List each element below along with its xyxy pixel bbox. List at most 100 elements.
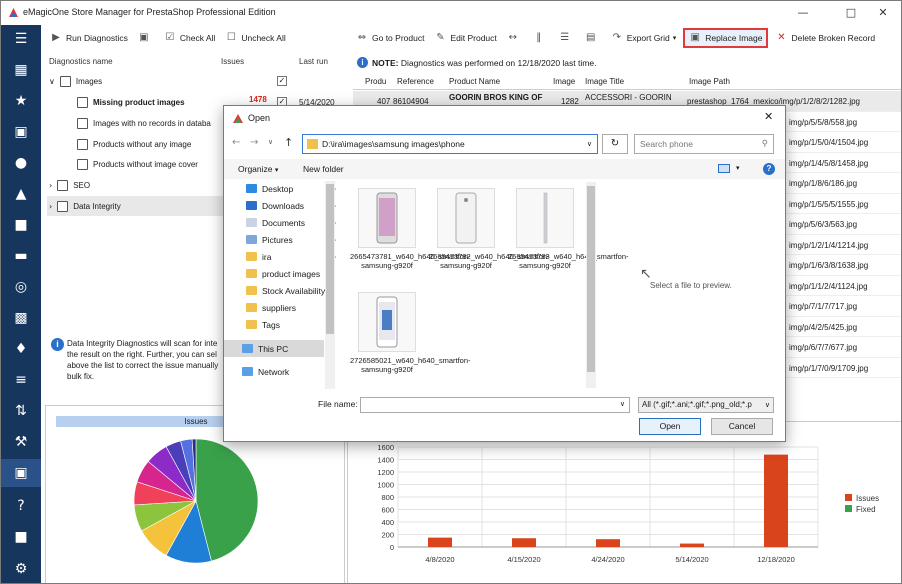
dialog-help-icon[interactable]: ?: [763, 163, 775, 175]
puzzle-icon[interactable]: ♦: [1, 335, 41, 363]
replace-image-button[interactable]: ▣ Replace Image: [683, 28, 769, 48]
col-path-header[interactable]: Image Path: [689, 77, 730, 86]
file-tile[interactable]: 2665473781_w640_h640_smartfon-samsung-g9…: [350, 188, 471, 292]
close-icon[interactable]: ✕: [867, 3, 899, 23]
cursor-icon: ↖: [640, 266, 652, 282]
user-icon[interactable]: ●: [1, 149, 41, 177]
truck-icon[interactable]: ▬: [1, 242, 41, 270]
col-image-header[interactable]: Image: [553, 77, 575, 86]
col-reference-header[interactable]: Reference: [397, 77, 434, 86]
nav-this-pc[interactable]: This PC: [224, 340, 324, 357]
arrows-icon[interactable]: ⇅: [1, 397, 41, 425]
view-toggle-icon[interactable]: [718, 164, 730, 173]
address-dropdown-icon[interactable]: ∨: [587, 135, 592, 153]
x-tick-label: 4/24/2020: [591, 555, 624, 564]
chevron-right-icon[interactable]: ›: [49, 181, 52, 190]
print-button[interactable]: ▤: [582, 28, 604, 48]
fit-columns-button[interactable]: ↔: [504, 28, 526, 48]
menu-icon[interactable]: ☰: [1, 25, 41, 53]
cell-path: img/p/4/2/5/425.jpg: [789, 322, 858, 332]
export-grid-button[interactable]: ↷ Export Grid ▾: [608, 28, 680, 48]
data-integrity-icon: [57, 200, 69, 212]
pencil-icon: ✎: [436, 32, 445, 43]
cell-path: img/p/1/8/6/186.jpg: [789, 179, 858, 188]
store-icon[interactable]: ▦: [1, 56, 41, 84]
wrench-icon[interactable]: ⚒: [1, 428, 41, 456]
help-icon[interactable]: ?: [1, 492, 41, 520]
cancel-button[interactable]: Cancel: [711, 418, 773, 435]
edit-product-button[interactable]: ✎ Edit Product: [431, 28, 499, 48]
note-bar: NOTE: Diagnostics was performed on 12/18…: [372, 58, 596, 68]
filter-button[interactable]: ☰: [556, 28, 578, 48]
y-tick-label: 1200: [377, 468, 394, 477]
chart-icon[interactable]: ▩: [1, 304, 41, 332]
recent-dropdown-icon[interactable]: ∨: [268, 138, 273, 146]
file-type-dropdown-icon[interactable]: ∨: [764, 398, 770, 412]
fit-columns-icon: ↔: [508, 32, 517, 43]
tree-label-data-integrity: Data Integrity: [73, 201, 121, 211]
split-columns-button[interactable]: ‖: [530, 28, 552, 48]
nav-scroll-thumb[interactable]: [326, 184, 334, 334]
forward-arrow-icon[interactable]: →: [250, 137, 258, 148]
go-to-product-button[interactable]: ⇔ Go to Product: [353, 28, 427, 48]
files-scrollbar[interactable]: [586, 182, 596, 388]
tree-node-without-image[interactable]: Products without any image: [77, 134, 191, 154]
open-button[interactable]: Open: [639, 418, 701, 435]
col-name-header[interactable]: Product Name: [449, 77, 500, 86]
files-scroll-thumb[interactable]: [587, 186, 595, 372]
legend-label: Issues: [856, 494, 879, 503]
split-columns-icon: ‖: [536, 32, 542, 43]
check-all-button[interactable]: ☑ Check All: [161, 28, 218, 48]
chevron-right-icon[interactable]: ›: [49, 202, 52, 211]
view-dropdown-icon[interactable]: ▾: [736, 164, 740, 172]
open-file-dialog: Open ✕ ← → ∨ ↑ D:\ira\images\samsung ima…: [223, 105, 786, 442]
file-type-select[interactable]: All (*.gif;*.ani;*.gif;*.png_old;*.p ∨: [638, 397, 774, 413]
address-bar[interactable]: D:\ira\images\samsung images\phone ∨: [302, 134, 598, 154]
new-folder-button[interactable]: New folder: [303, 164, 344, 174]
gear-icon[interactable]: ⚙: [1, 555, 41, 583]
globe-icon[interactable]: ◎: [1, 273, 41, 301]
run-diagnostics-button[interactable]: ▶ Run Diagnostics: [47, 28, 131, 48]
back-arrow-icon[interactable]: ←: [232, 137, 240, 148]
tree-node-no-records[interactable]: Images with no records in databa: [77, 113, 211, 133]
chevron-down-icon[interactable]: ∨: [49, 77, 55, 86]
minimize-icon[interactable]: —: [787, 3, 819, 23]
up-arrow-icon[interactable]: ↑: [284, 136, 293, 149]
tree-node-data-integrity[interactable]: › Data Integrity: [47, 196, 223, 216]
tree-node-images[interactable]: ∨ Images: [49, 71, 102, 91]
tree-node-missing-images[interactable]: Missing product images: [77, 92, 185, 112]
comment-icon[interactable]: ■: [1, 211, 41, 239]
fix-toggle-button[interactable]: ▣: [135, 28, 157, 48]
organize-button[interactable]: Organize ▾: [238, 164, 278, 174]
file-name-input[interactable]: ∨: [360, 397, 630, 413]
without-cover-icon: [77, 158, 88, 170]
archive-icon[interactable]: ▣: [1, 459, 41, 487]
box-icon[interactable]: ▣: [1, 118, 41, 146]
tree-node-seo[interactable]: › SEO: [49, 175, 90, 195]
images-checkbox[interactable]: ✓: [277, 76, 287, 86]
search-input[interactable]: Search phone ⚲: [634, 134, 774, 154]
delete-broken-record-button[interactable]: ✕ Delete Broken Record: [772, 28, 878, 48]
x-tick-label: 12/18/2020: [757, 555, 795, 564]
lock-icon[interactable]: ■: [1, 523, 41, 551]
refresh-icon[interactable]: ↻: [602, 134, 628, 154]
cell-title: ACCESSORI - GOORIN: [585, 93, 672, 102]
maximize-icon[interactable]: □: [835, 3, 867, 23]
tree-node-without-cover[interactable]: Products without image cover: [77, 154, 198, 174]
star-icon[interactable]: ★: [1, 87, 41, 115]
computer-icon: [242, 344, 253, 353]
file-tile[interactable]: 2665473783_w640_h640_smartfon-samsung-g9…: [508, 188, 629, 292]
network-icon: [242, 367, 253, 376]
basket-icon[interactable]: ▲: [1, 180, 41, 208]
uncheck-all-button[interactable]: ☐ Uncheck All: [222, 28, 288, 48]
file-name-dropdown-icon[interactable]: ∨: [620, 400, 625, 408]
nav-network[interactable]: Network: [242, 363, 338, 380]
file-tile[interactable]: 2726585021_w640_h640_smartfon-samsung-g9…: [350, 292, 471, 396]
sliders-icon[interactable]: ≡: [1, 366, 41, 394]
file-tile[interactable]: 2665473782_w640_h640_smartfon-samsung-g9…: [429, 188, 550, 292]
nav-scrollbar[interactable]: [325, 181, 335, 389]
cell-path: img/p/1/4/5/8/1458.jpg: [789, 158, 869, 168]
col-product-header[interactable]: Produ: [365, 77, 386, 86]
col-title-header[interactable]: Image Title: [585, 77, 624, 86]
dialog-close-icon[interactable]: ✕: [764, 110, 773, 123]
